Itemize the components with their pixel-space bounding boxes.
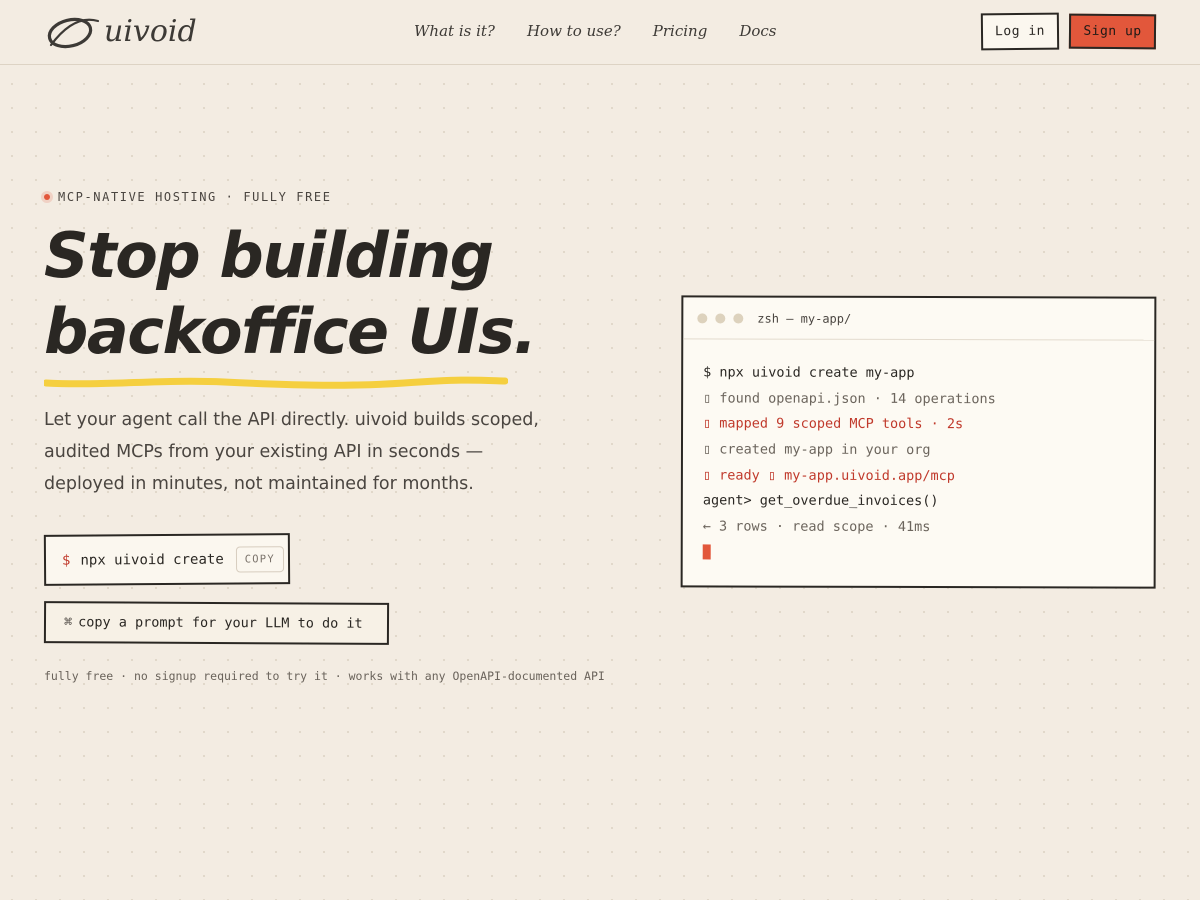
logo-text: uivoid: [104, 14, 197, 49]
terminal-line: agent> get_overdue_invoices(): [702, 492, 939, 510]
terminal-line: ▯ found openapi.json · 14 operations: [703, 390, 996, 407]
nav-link-docs[interactable]: Docs: [739, 20, 776, 42]
eyebrow: MCP-NATIVE HOSTING · FULLY FREE: [44, 190, 332, 204]
terminal-line: ▯ ready ▯ my-app.uivoid.app/mcp: [702, 467, 955, 484]
nav-link-pricing[interactable]: Pricing: [653, 20, 708, 42]
cursor-icon: [702, 544, 711, 560]
terminal-cursor-line: [702, 540, 1134, 567]
copy-prompt-label: copy a prompt for your LLM to do it: [78, 614, 363, 632]
command-key-icon: ⌘: [63, 614, 73, 631]
terminal-line: $ npx uivoid create my-app: [703, 364, 915, 381]
nav-link-how-to-use[interactable]: How to use?: [527, 20, 621, 42]
top-nav-bar: uivoid What is it? How to use? Pricing D…: [0, 0, 1200, 65]
hero-description: Let your agent call the API directly. ui…: [44, 410, 539, 494]
page-title: Stop building backoffice UIs.: [44, 218, 604, 370]
terminal-line: ← 3 rows · read scope · 41ms: [702, 518, 931, 536]
window-dot-icon: [697, 312, 708, 323]
terminal-title: zsh — my-app/: [757, 311, 852, 326]
terminal-line: ▯ mapped 9 scoped MCP tools · 2s: [703, 415, 964, 433]
eyebrow-text: MCP-NATIVE HOSTING · FULLY FREE: [58, 190, 332, 204]
copy-prompt-button[interactable]: ⌘ copy a prompt for your LLM to do it: [43, 601, 390, 645]
copy-button[interactable]: COPY: [235, 545, 284, 573]
logo-mark-icon: [47, 17, 100, 49]
login-button[interactable]: Log in: [980, 12, 1060, 51]
nav-link-what-is-it[interactable]: What is it?: [414, 20, 495, 42]
footnote: fully free · no signup required to try i…: [44, 669, 605, 683]
signup-button[interactable]: Sign up: [1068, 13, 1157, 50]
terminal-output: $ npx uivoid create my-app ▯ found opena…: [683, 339, 1155, 567]
window-dot-icon: [733, 313, 744, 324]
terminal-window: zsh — my-app/ $ npx uivoid create my-app…: [680, 295, 1157, 589]
window-dot-icon: [715, 312, 726, 323]
logo[interactable]: uivoid: [44, 12, 197, 52]
prompt-dollar: $: [61, 552, 71, 569]
terminal-line: ▯ created my-app in your org: [702, 441, 931, 459]
highlight-underline: [44, 376, 508, 389]
install-command: npx uivoid create: [80, 551, 224, 569]
headline-line-1: Stop building: [44, 219, 494, 292]
status-dot-icon: [44, 194, 50, 200]
terminal-titlebar: zsh — my-app/: [683, 297, 1155, 341]
install-command-box: $ npx uivoid create COPY: [43, 533, 291, 586]
headline-line-2: backoffice UIs.: [44, 295, 537, 368]
main-nav: What is it? How to use? Pricing Docs: [414, 20, 808, 42]
